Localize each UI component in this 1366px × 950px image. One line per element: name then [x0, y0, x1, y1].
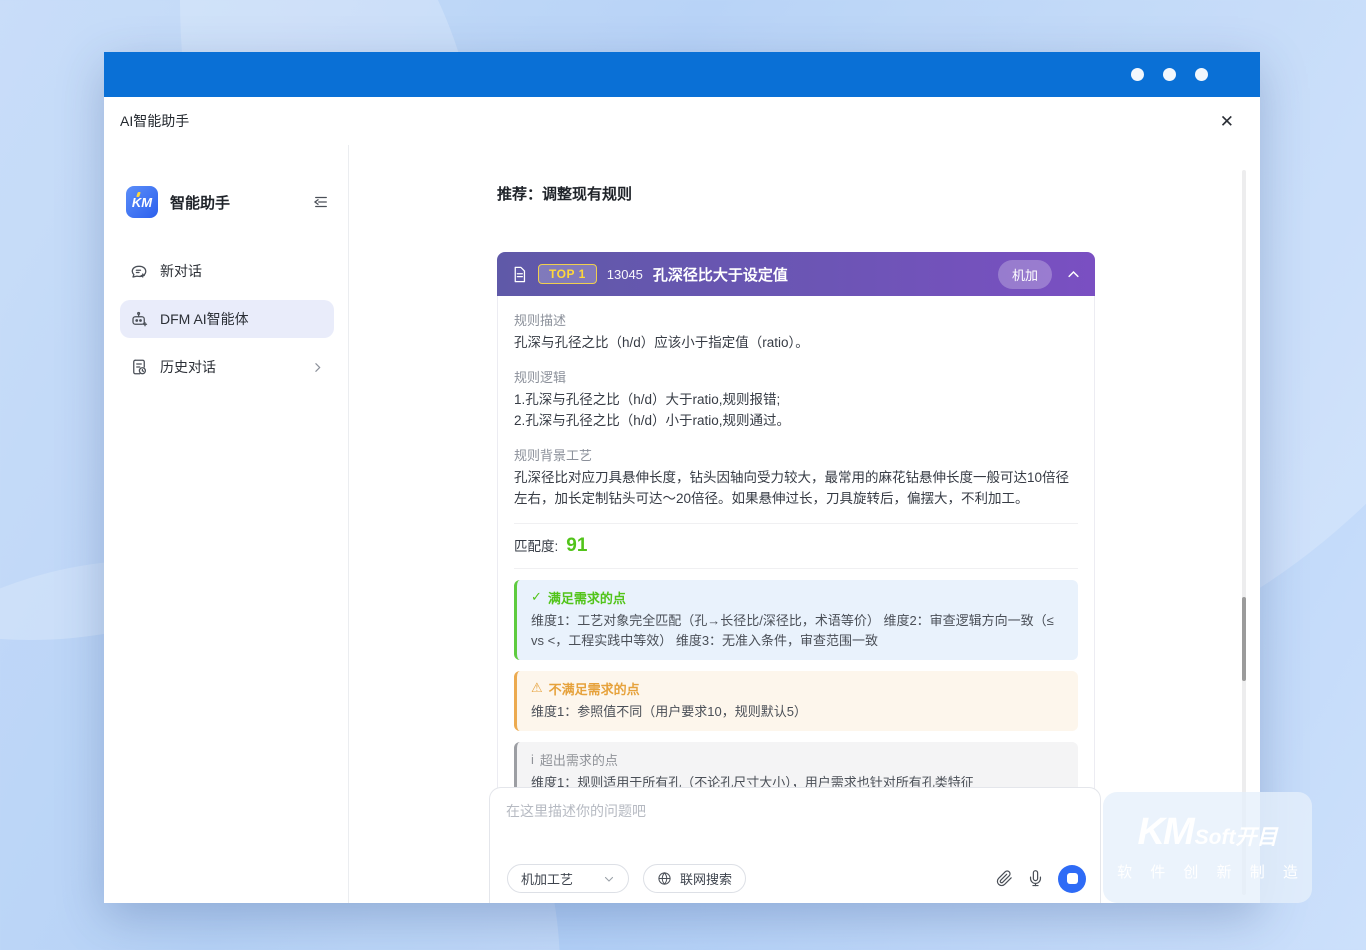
match-score-row: 匹配度: 91: [514, 535, 1078, 557]
unsatisfied-points-alert: ⚠ 不满足需求的点 维度1：参照值不同（用户要求10，规则默认5）: [514, 671, 1078, 731]
stop-icon: [1067, 873, 1078, 884]
history-icon: [130, 358, 148, 376]
alert-text: 维度1：参照值不同（用户要求10，规则默认5）: [531, 702, 1064, 722]
chevron-down-icon: [603, 873, 615, 885]
scrollbar-track[interactable]: [1242, 170, 1246, 895]
recommendation-heading: 推荐：调整现有规则: [497, 183, 632, 204]
sidebar: KM 智能助手 新对话: [104, 145, 349, 903]
app-title: AI智能助手: [120, 111, 189, 131]
close-icon[interactable]: ✕: [1220, 113, 1234, 130]
chat-main: 推荐：调整现有规则 TOP 1 13045 孔深径比大于设定值 机加: [349, 145, 1260, 903]
rule-logic-line: 1.孔深与孔径之比（h/d）大于ratio,规则报错;: [514, 390, 1078, 411]
app-header: AI智能助手 ✕: [104, 97, 1260, 145]
km-logo: KM: [126, 186, 158, 218]
rule-background-text: 孔深径比对应刀具悬伸长度，钻头因轴向受力较大，最常用的麻花钻悬伸长度一般可达10…: [514, 468, 1078, 510]
chat-input[interactable]: [490, 788, 1100, 850]
top-rank-badge: TOP 1: [538, 264, 597, 284]
alert-title: 超出需求的点: [540, 750, 618, 769]
sidebar-brand: KM 智能助手: [126, 186, 330, 218]
process-mode-select[interactable]: 机加工艺: [507, 864, 629, 893]
check-icon: ✓: [531, 589, 542, 605]
rule-card-header[interactable]: TOP 1 13045 孔深径比大于设定值 机加: [497, 252, 1095, 296]
alert-text: 维度1：工艺对象完全匹配（孔→长径比/深径比，术语等价） 维度2：审查逻辑方向一…: [531, 611, 1064, 651]
microphone-button[interactable]: [1027, 870, 1044, 887]
rule-background-label: 规则背景工艺: [514, 445, 1078, 464]
sidebar-item-label: DFM AI智能体: [160, 309, 249, 329]
process-tag-badge: 机加: [998, 260, 1052, 289]
rule-id: 13045: [607, 267, 643, 282]
divider: [514, 568, 1078, 569]
satisfied-points-alert: ✓ 满足需求的点 维度1：工艺对象完全匹配（孔→长径比/深径比，术语等价） 维度…: [514, 580, 1078, 660]
stop-button[interactable]: [1058, 865, 1086, 893]
rule-logic-line: 2.孔深与孔径之比（h/d）小于ratio,规则通过。: [514, 411, 1078, 432]
window-control-dot[interactable]: [1195, 68, 1208, 81]
alert-title: 不满足需求的点: [549, 679, 640, 698]
rule-card: TOP 1 13045 孔深径比大于设定值 机加 规则描述 孔深与孔径之比（h/…: [497, 252, 1095, 852]
web-search-label: 联网搜索: [680, 869, 732, 888]
microphone-icon: [1027, 870, 1044, 887]
rule-logic-label: 规则逻辑: [514, 367, 1078, 386]
warning-icon: ⚠: [531, 680, 543, 696]
chat-plus-icon: [130, 262, 148, 280]
sidebar-item-dfm-agent[interactable]: DFM AI智能体: [120, 300, 334, 338]
rule-desc-text: 孔深与孔径之比（h/d）应该小于指定值（ratio）。: [514, 333, 1078, 354]
info-icon: i: [531, 752, 534, 767]
composer-toolbar: 机加工艺 联网搜索: [490, 864, 1100, 893]
rule-desc-label: 规则描述: [514, 310, 1078, 329]
paperclip-icon: [996, 870, 1013, 887]
sidebar-item-label: 历史对话: [160, 357, 299, 377]
rule-title: 孔深径比大于设定值: [653, 264, 998, 285]
sidebar-collapse-icon[interactable]: [312, 193, 330, 211]
window-control-dot[interactable]: [1163, 68, 1176, 81]
scrollbar-thumb[interactable]: [1242, 597, 1246, 681]
sidebar-item-history[interactable]: 历史对话: [120, 348, 334, 386]
window-control-dot[interactable]: [1131, 68, 1144, 81]
sidebar-item-new-chat[interactable]: 新对话: [120, 252, 334, 290]
process-mode-value: 机加工艺: [521, 869, 573, 888]
robot-icon: [130, 310, 148, 328]
alert-title: 满足需求的点: [548, 588, 626, 607]
rule-card-body: 规则描述 孔深与孔径之比（h/d）应该小于指定值（ratio）。 规则逻辑 1.…: [497, 296, 1095, 852]
window-titlebar: [104, 52, 1260, 97]
app-window: AI智能助手 ✕ KM 智能助手 新对话: [104, 52, 1260, 903]
chevron-right-icon: [311, 361, 324, 374]
match-score-value: 91: [566, 535, 587, 557]
match-score-label: 匹配度:: [514, 535, 558, 555]
globe-icon: [657, 871, 672, 886]
brand-name: 智能助手: [170, 192, 312, 213]
document-icon: [511, 266, 528, 283]
sidebar-item-label: 新对话: [160, 261, 202, 281]
web-search-button[interactable]: 联网搜索: [643, 864, 746, 893]
attachment-button[interactable]: [996, 870, 1013, 887]
divider: [514, 523, 1078, 524]
chevron-up-icon[interactable]: [1066, 267, 1081, 282]
composer: 机加工艺 联网搜索: [489, 787, 1101, 903]
